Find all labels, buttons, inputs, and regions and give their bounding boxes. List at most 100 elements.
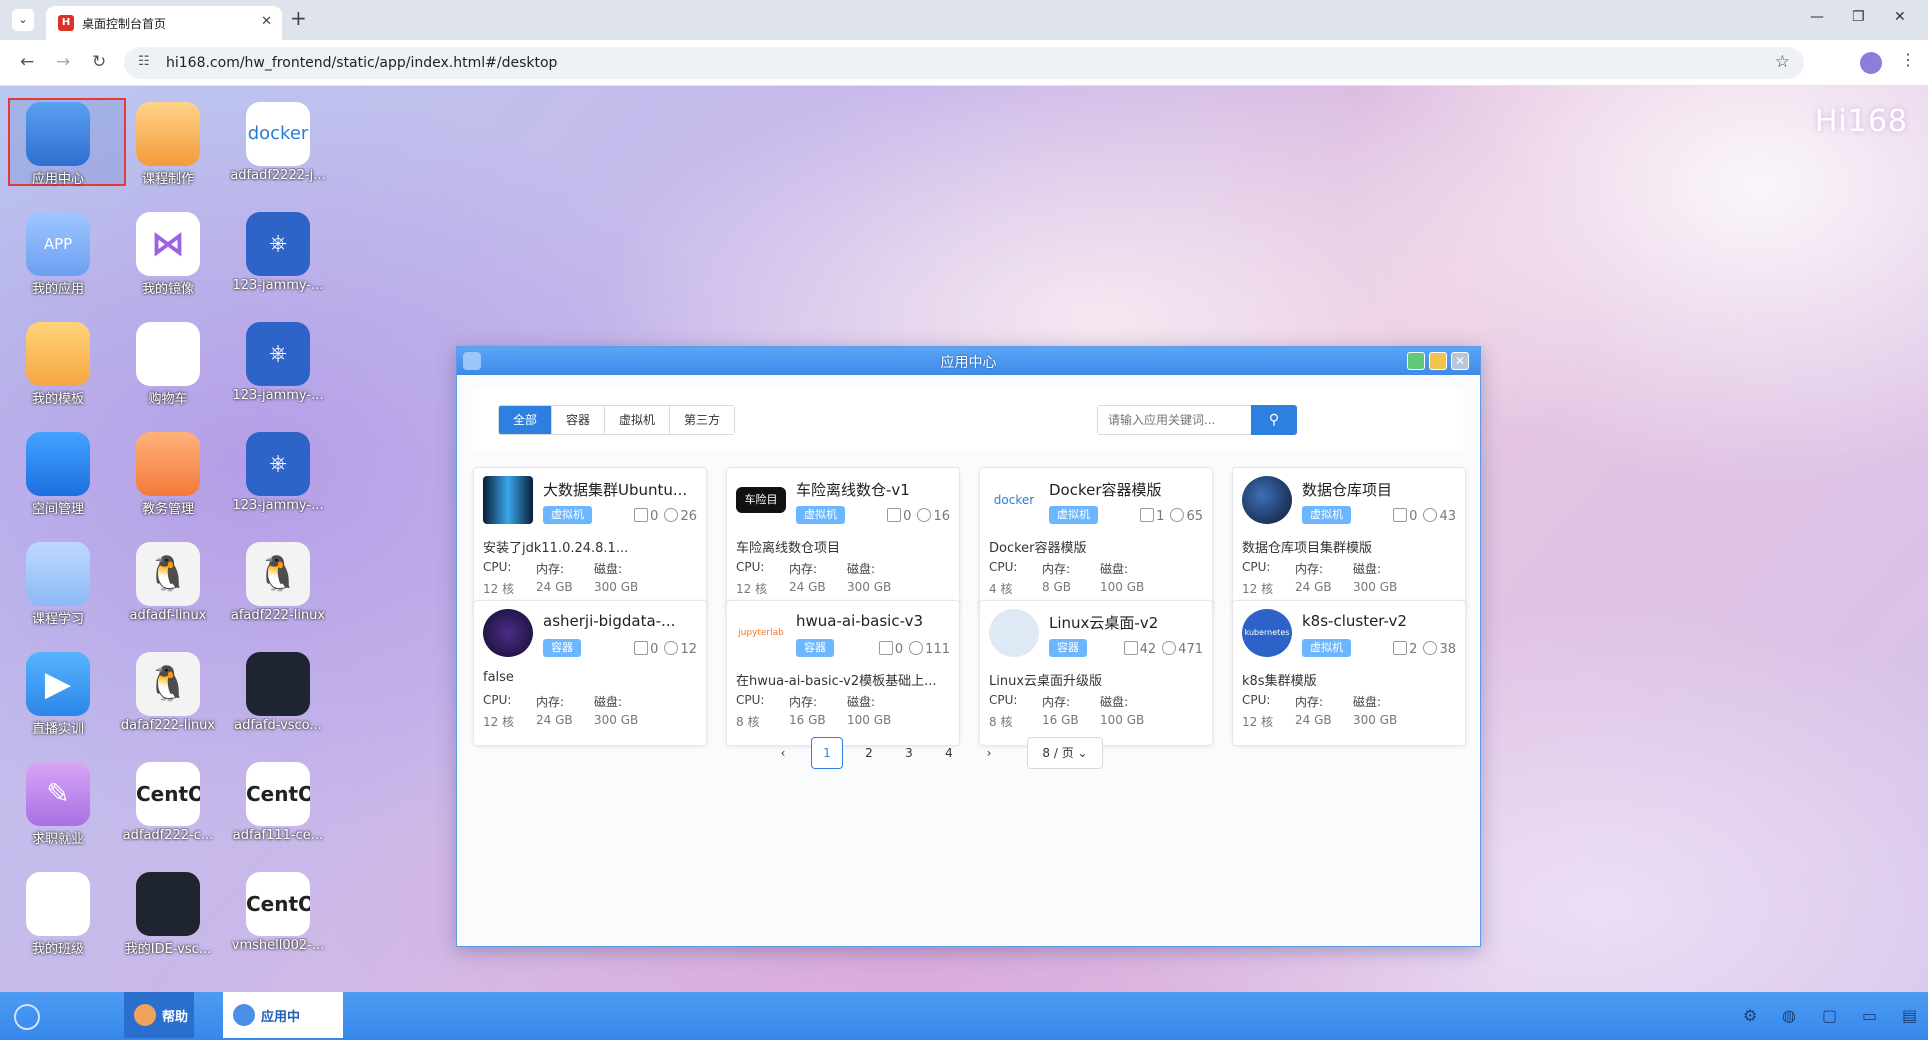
filter-all[interactable]: 全部 bbox=[499, 406, 553, 434]
doc-count: 1 bbox=[1156, 509, 1165, 524]
page-3[interactable]: 3 bbox=[893, 737, 925, 769]
reload-icon[interactable]: ↻ bbox=[92, 52, 106, 72]
back-arrow-icon[interactable]: ← bbox=[20, 52, 34, 72]
card-description: Docker容器模版 bbox=[989, 541, 1087, 556]
desktop-icon[interactable]: 我的模板 bbox=[2, 322, 102, 407]
filter-container[interactable]: 容器 bbox=[552, 406, 606, 434]
desktop-icon[interactable]: 🐧 adfadf-linux bbox=[112, 542, 212, 626]
close-window-icon[interactable]: ✕ bbox=[1894, 9, 1906, 25]
search-button[interactable]: ⚲ bbox=[1251, 405, 1297, 435]
app-card[interactable]: 车险目 车险离线数仓-v1 虚拟机 0 16 车险离线数仓项目 CPU: 12 核 内存: 24 … bbox=[726, 467, 960, 613]
app-search-input[interactable] bbox=[1097, 405, 1251, 435]
app-card[interactable]: jupyterlab hwua-ai-basic-v3 容器 0 111 在hwua-ai… bbox=[726, 600, 960, 746]
desktop-icon[interactable]: CentOS adfadf222-c... bbox=[112, 762, 213, 846]
spec-label: CPU: bbox=[1242, 560, 1271, 574]
user-count: 26 bbox=[680, 509, 697, 524]
docker-icon: docker bbox=[246, 102, 310, 166]
url-field[interactable]: ☷ hi168.com/hw_frontend/static/app/index… bbox=[124, 47, 1804, 79]
desktop-icon[interactable]: 我的IDE-vsc... bbox=[112, 872, 212, 957]
desktop-icon[interactable]: 教务管理 bbox=[112, 432, 212, 517]
app-card[interactable]: 数据仓库项目 虚拟机 0 43 数据仓库项目集群模版 CPU: 12 核 内存: 24 GB 磁盘… bbox=[1232, 467, 1466, 613]
monitor-icon[interactable]: ▭ bbox=[1862, 1006, 1877, 1025]
desktop-icon[interactable]: docker adfadf2222-j... bbox=[222, 102, 326, 186]
card-stats: 0 16 bbox=[887, 508, 950, 524]
window-close-button[interactable]: ✕ bbox=[1451, 352, 1469, 370]
new-tab-button[interactable]: + bbox=[290, 8, 307, 28]
desktop-icon[interactable]: 🐧 afadf222-linux bbox=[222, 542, 325, 626]
taskbar-item-help[interactable]: 帮助 bbox=[124, 992, 194, 1038]
desktop-icon[interactable]: ⎈ 123-jammy-... bbox=[222, 432, 323, 516]
desktop-icon[interactable]: 课程制作 bbox=[112, 102, 212, 187]
desktop-icon[interactable]: CentOS adfaf111-ce... bbox=[222, 762, 323, 846]
spec-value: 100 GB bbox=[1100, 580, 1145, 594]
restore-window-icon[interactable]: ❐ bbox=[1852, 9, 1865, 25]
desktop-icon[interactable]: 应用中心 bbox=[2, 102, 102, 187]
filter-vm[interactable]: 虚拟机 bbox=[605, 406, 671, 434]
app-card[interactable]: Linux云桌面-v2 容器 42 471 Linux云桌面升级版 CPU: 8 核 内存: 1… bbox=[979, 600, 1213, 746]
app-card[interactable]: asherji-bigdata-... 容器 0 12 false CPU: 12 核 内存:… bbox=[473, 600, 707, 746]
url-text[interactable]: hi168.com/hw_frontend/static/app/index.h… bbox=[166, 55, 557, 71]
card-type-badge: 虚拟机 bbox=[543, 506, 592, 524]
desktop-icon[interactable]: 空间管理 bbox=[2, 432, 102, 517]
page-size-select[interactable]: 8 / 页 ⌄ bbox=[1027, 737, 1103, 769]
page-1[interactable]: 1 bbox=[811, 737, 843, 769]
card-description: 在hwua-ai-basic-v2模板基础上... bbox=[736, 674, 937, 689]
settings-gear-icon[interactable]: ⚙ bbox=[1743, 1006, 1757, 1025]
document-icon bbox=[1393, 508, 1408, 522]
card-stats: 0 12 bbox=[634, 641, 697, 657]
desktop-icon[interactable]: APP 我的应用 bbox=[2, 212, 102, 297]
page-2[interactable]: 2 bbox=[853, 737, 885, 769]
app-card[interactable]: docker Docker容器模版 虚拟机 1 65 Docker容器模版 CPU: 4 核内… bbox=[979, 467, 1213, 613]
next-page-button[interactable]: › bbox=[973, 737, 1005, 769]
browser-tab[interactable]: H 桌面控制台首页 ✕ bbox=[46, 6, 282, 40]
start-button[interactable] bbox=[14, 1004, 40, 1030]
prev-page-button[interactable]: ‹ bbox=[767, 737, 799, 769]
minimize-window-icon[interactable]: — bbox=[1810, 9, 1824, 25]
desktop-icon[interactable]: ⋈ 我的镜像 bbox=[112, 212, 212, 297]
help-avatar-icon bbox=[134, 1004, 156, 1026]
spec-label: 磁盘: bbox=[1100, 562, 1129, 576]
desktop-icon[interactable]: 购物车 bbox=[112, 322, 212, 407]
user-icon bbox=[664, 641, 679, 655]
page-4[interactable]: 4 bbox=[933, 737, 965, 769]
bookmark-star-icon[interactable]: ☆ bbox=[1775, 52, 1790, 72]
spec-label: 磁盘: bbox=[1353, 695, 1382, 709]
spec-label: 内存: bbox=[536, 695, 565, 709]
spec-value: 24 GB bbox=[1295, 713, 1332, 727]
chat-icon[interactable]: ▢ bbox=[1822, 1006, 1837, 1025]
app-center-window[interactable]: 应用中心 ✕ 全部 容器 虚拟机 第三方 ⚲ 大数据集群Ubuntu... 虚拟机… bbox=[456, 346, 1481, 947]
desktop-icon[interactable]: 我的班级 bbox=[2, 872, 102, 957]
app-card[interactable]: 大数据集群Ubuntu... 虚拟机 0 26 安装了jdk11.0.24.8.1...… bbox=[473, 467, 707, 613]
app-card[interactable]: kubernetes k8s-cluster-v2 虚拟机 2 38 k8s集群模版 CPU… bbox=[1232, 600, 1466, 746]
desktop-icon[interactable]: 课程学习 bbox=[2, 542, 102, 627]
spec-value: 300 GB bbox=[1353, 713, 1398, 727]
desktop-show-icon[interactable]: ▤ bbox=[1902, 1006, 1917, 1025]
desktop-icon[interactable]: 🐧 dafaf222-linux bbox=[112, 652, 215, 736]
desktop-icon[interactable]: CentOS vmshell002-... bbox=[222, 872, 324, 956]
filter-third-party[interactable]: 第三方 bbox=[670, 406, 735, 434]
forward-arrow-icon[interactable]: → bbox=[56, 52, 70, 72]
window-minimize-button[interactable] bbox=[1407, 352, 1425, 370]
desktop-icon[interactable]: ✎ 求职就业 bbox=[2, 762, 102, 847]
profile-avatar[interactable] bbox=[1860, 52, 1882, 74]
card-stats: 1 65 bbox=[1140, 508, 1203, 524]
tab-close-icon[interactable]: ✕ bbox=[261, 14, 272, 29]
window-titlebar[interactable]: 应用中心 ✕ bbox=[457, 347, 1480, 375]
window-maximize-button[interactable] bbox=[1429, 352, 1447, 370]
spec-value: 24 GB bbox=[536, 580, 573, 594]
site-settings-icon[interactable]: ☷ bbox=[138, 54, 150, 69]
wechat-icon[interactable]: ◍ bbox=[1782, 1006, 1796, 1025]
desktop-icon[interactable]: adfafd-vsco... bbox=[222, 652, 322, 736]
desktop-icon[interactable]: ⎈ 123-jammy-... bbox=[222, 322, 323, 406]
desktop-icon[interactable]: ▶ 直播实训 bbox=[2, 652, 102, 737]
card-type-badge: 虚拟机 bbox=[796, 506, 845, 524]
taskbar: 帮助 应用中 ⚙ ◍ ▢ ▭ ▤ bbox=[0, 992, 1928, 1040]
spec-value: 8 核 bbox=[989, 715, 1013, 729]
tab-search-button[interactable]: ⌄ bbox=[12, 9, 34, 31]
browser-menu-icon[interactable]: ⋮ bbox=[1900, 50, 1916, 69]
desktop-icon[interactable]: ⎈ 123-jammy-... bbox=[222, 212, 323, 296]
document-icon bbox=[634, 508, 649, 522]
docker-logo: docker bbox=[989, 476, 1039, 524]
taskbar-item-app-center[interactable]: 应用中 bbox=[223, 992, 343, 1038]
my-app-icon: APP bbox=[26, 212, 90, 276]
